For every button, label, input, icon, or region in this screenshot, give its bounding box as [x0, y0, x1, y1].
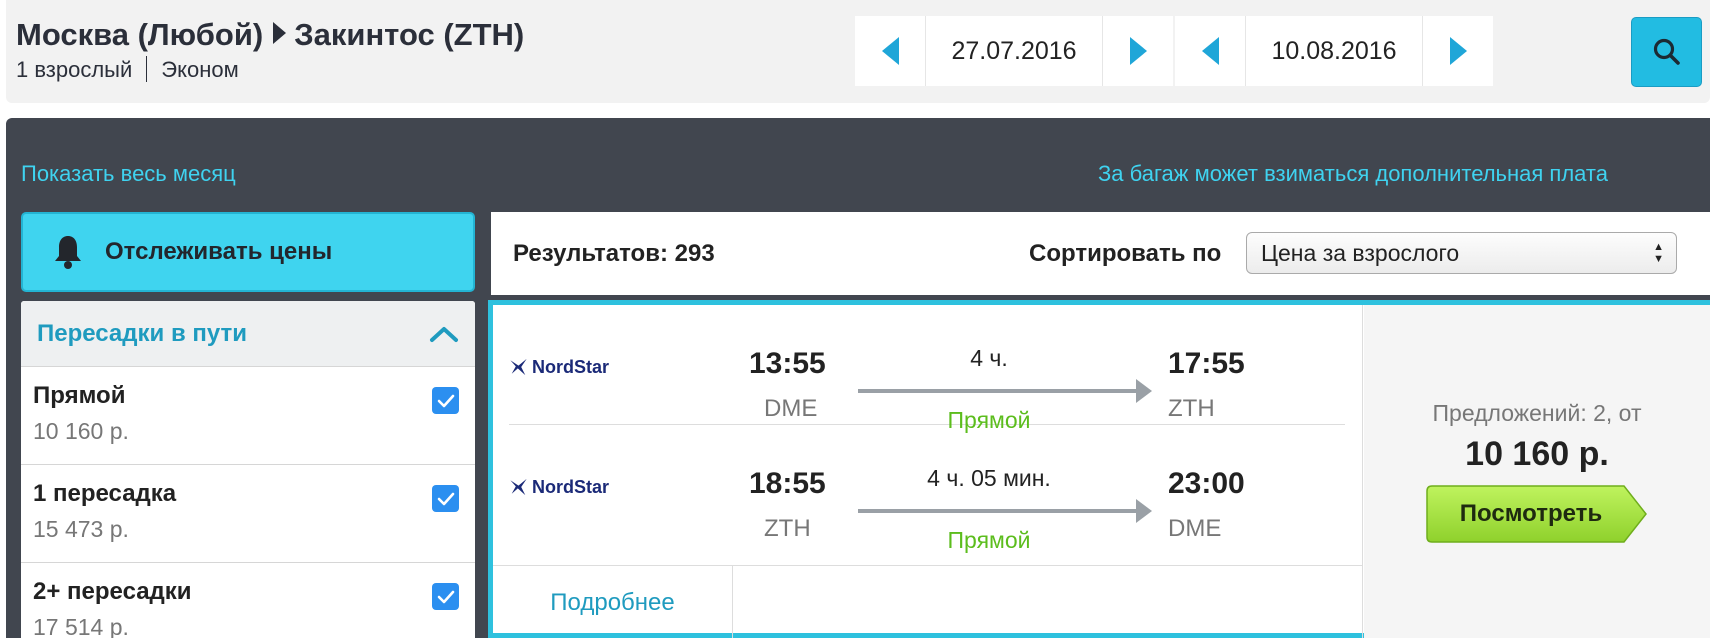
return-next-day-button[interactable]	[1423, 16, 1493, 86]
return-date-picker: 10.08.2016	[1175, 16, 1493, 86]
flight-duration: 4 ч. 05 мин.	[927, 465, 1051, 491]
departure-time: 13:55	[749, 347, 826, 380]
route-from: Москва (Любой)	[16, 17, 264, 52]
airline-logo-icon	[510, 358, 527, 376]
view-offer-label: Посмотреть	[1459, 500, 1603, 527]
view-offer-button[interactable]: Посмотреть	[1426, 485, 1647, 543]
bell-icon	[55, 236, 81, 269]
search-icon	[1653, 38, 1680, 65]
show-month-link[interactable]: Показать весь месяц	[21, 161, 236, 187]
track-prices-button[interactable]: Отслеживать цены	[21, 212, 475, 292]
arrow-right-icon	[858, 379, 1152, 403]
return-prev-day-button[interactable]	[1175, 16, 1245, 86]
checkmark-icon	[437, 590, 454, 603]
offer-panel: Предложений: 2, от 10 160 р. Посмотреть	[1364, 305, 1710, 638]
select-arrows-icon: ▲ ▼	[1653, 241, 1664, 265]
arrival-time: 23:00	[1168, 467, 1245, 500]
filter-option-two-plus-stops[interactable]: 2+ пересадки 17 514 р.	[21, 563, 475, 638]
track-prices-label: Отслеживать цены	[105, 238, 333, 265]
card-footer: Подробнее	[493, 565, 1363, 638]
divider	[146, 56, 148, 82]
flight-duration: 4 ч.	[970, 345, 1008, 371]
arrival-time: 17:55	[1168, 347, 1245, 380]
filter-option-one-stop[interactable]: 1 пересадка 15 473 р.	[21, 465, 475, 563]
offers-count: Предложений: 2, от	[1432, 400, 1642, 426]
filter-option-name: 2+ пересадки	[33, 578, 192, 605]
cabin-class: Эконом	[161, 57, 239, 82]
chevron-left-icon	[1201, 37, 1219, 65]
sort-label: Сортировать по	[1029, 240, 1222, 267]
stops-label: Прямой	[947, 527, 1031, 553]
filter-option-name: 1 пересадка	[33, 480, 177, 507]
airline-name: NordStar	[531, 476, 609, 497]
stops-filter: Пересадки в пути Прямой 10 160 р. 1 пере…	[21, 301, 475, 638]
arrival-airport: DME	[1168, 515, 1222, 542]
return-date[interactable]: 10.08.2016	[1245, 16, 1423, 86]
departure-airport: DME	[764, 395, 818, 422]
route-arrow-icon	[273, 22, 287, 44]
filter-option-price: 10 160 р.	[33, 418, 129, 444]
depart-next-day-button[interactable]	[1103, 16, 1173, 86]
departure-airport: ZTH	[764, 515, 811, 542]
airline-logo: NordStar	[509, 349, 609, 385]
chevron-up-icon	[430, 326, 458, 342]
chevron-left-icon	[881, 37, 899, 65]
filter-option-price: 17 514 р.	[33, 614, 129, 638]
flight-leg-return: NordStar 18:55 ZTH 4 ч. 05 мин. Прямой 2…	[509, 425, 1345, 553]
details-link[interactable]: Подробнее	[493, 566, 733, 638]
airline-logo-icon	[510, 478, 527, 496]
sort-select-value: Цена за взрослого	[1261, 239, 1460, 266]
route-title: Москва (Любой) Закинтос (ZTH)	[16, 17, 524, 53]
sort-select[interactable]: Цена за взрослого ▲ ▼	[1246, 232, 1677, 274]
filter-option-name: Прямой	[33, 382, 126, 409]
passengers-count: 1 взрослый	[16, 57, 133, 82]
filter-option-price: 15 473 р.	[33, 516, 129, 542]
flight-leg-outbound: NordStar 13:55 DME 4 ч. Прямой 17:55 ZTH	[509, 305, 1345, 433]
airline-logo: NordStar	[509, 469, 609, 505]
depart-prev-day-button[interactable]	[855, 16, 925, 86]
search-button[interactable]	[1631, 17, 1702, 87]
filter-option-direct[interactable]: Прямой 10 160 р.	[21, 367, 475, 465]
flight-legs: NordStar 13:55 DME 4 ч. Прямой 17:55 ZTH…	[493, 305, 1363, 638]
checkmark-icon	[437, 394, 454, 407]
depart-date-picker: 27.07.2016	[855, 16, 1173, 86]
departure-time: 18:55	[749, 467, 826, 500]
flight-result-card: NordStar 13:55 DME 4 ч. Прямой 17:55 ZTH…	[488, 300, 1710, 638]
trip-details: 1 взрослый Эконом	[16, 56, 239, 83]
depart-date[interactable]: 27.07.2016	[925, 16, 1103, 86]
stops-filter-header[interactable]: Пересадки в пути	[21, 301, 475, 367]
chevron-right-icon	[1129, 37, 1147, 65]
filter-checkbox[interactable]	[432, 387, 459, 414]
stops-filter-title: Пересадки в пути	[37, 319, 248, 347]
airline-name: NordStar	[531, 356, 609, 377]
chevron-right-icon	[1449, 37, 1467, 65]
offer-price: 10 160 р.	[1465, 435, 1609, 473]
results-header: Результатов: 293 Сортировать по Цена за …	[491, 212, 1710, 295]
filter-checkbox[interactable]	[432, 583, 459, 610]
route-to: Закинтос (ZTH)	[294, 17, 525, 52]
baggage-note: За багаж может взиматься дополнительная …	[1098, 161, 1608, 186]
arrival-airport: ZTH	[1168, 395, 1215, 422]
arrow-right-icon	[858, 499, 1152, 523]
checkmark-icon	[437, 492, 454, 505]
results-count: Результатов: 293	[513, 240, 715, 267]
filter-checkbox[interactable]	[432, 485, 459, 512]
